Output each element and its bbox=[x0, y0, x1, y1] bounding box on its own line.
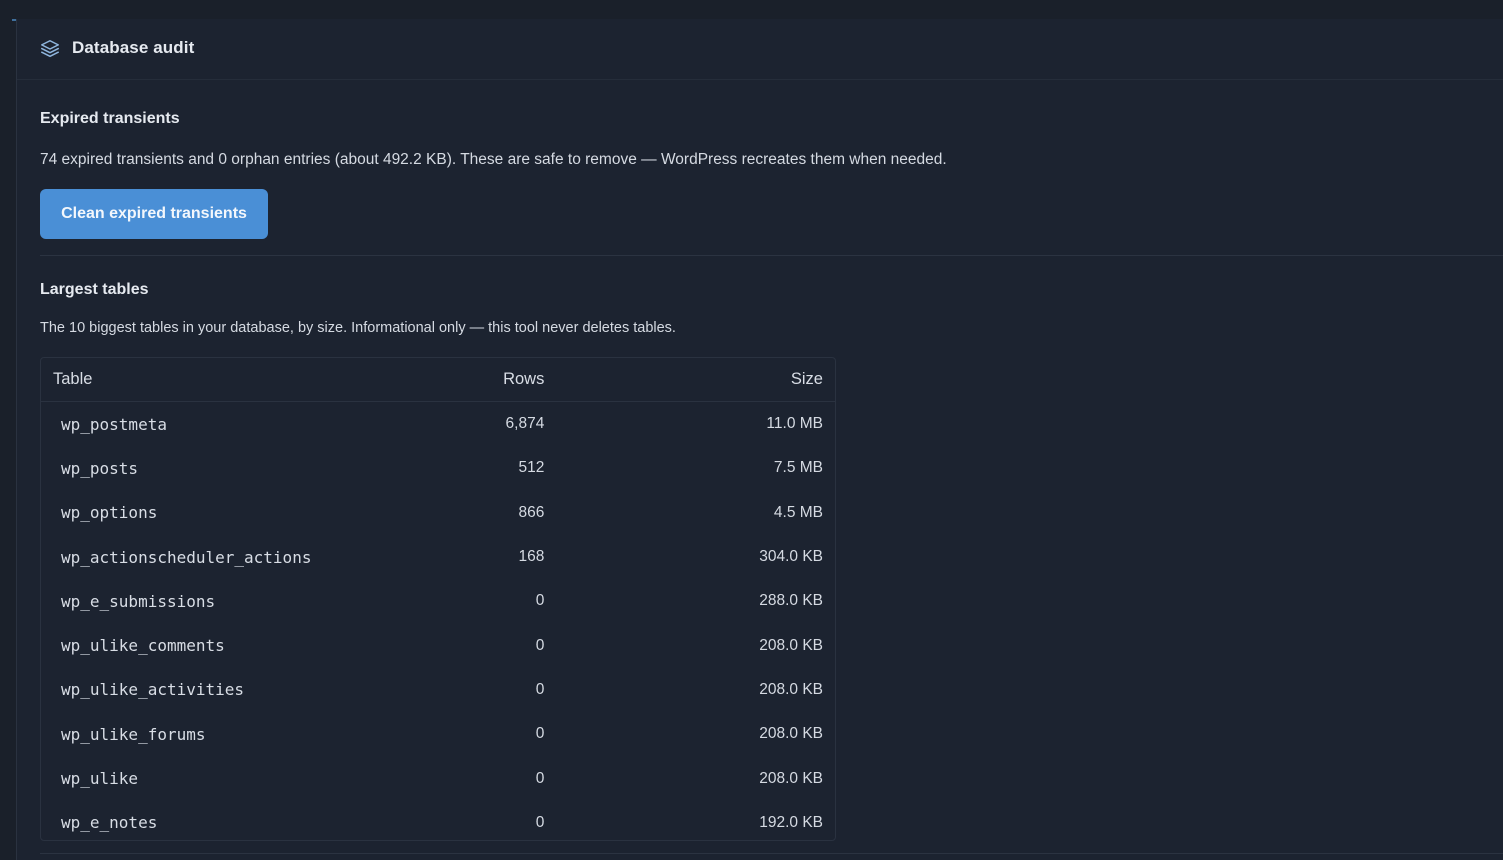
table-row: wp_options 866 4.5 MB bbox=[41, 491, 835, 535]
table-row: wp_posts 512 7.5 MB bbox=[41, 446, 835, 490]
table-size-cell: 208.0 KB bbox=[759, 636, 823, 654]
table-row: wp_postmeta 6,874 11.0 MB bbox=[41, 402, 835, 447]
table-size-cell: 208.0 KB bbox=[759, 680, 823, 698]
table-name-cell: wp_ulike_activities bbox=[61, 680, 245, 700]
table-size-cell: 7.5 MB bbox=[773, 459, 823, 477]
table-size-cell: 208.0 KB bbox=[759, 769, 823, 787]
row-count-cell: 0 bbox=[535, 725, 545, 743]
table-name-cell: wp_options bbox=[61, 503, 158, 523]
database-audit-panel: Database audit Expired transients 74 exp… bbox=[16, 19, 1503, 860]
row-count-cell: 0 bbox=[535, 592, 545, 610]
table-size-cell: 11.0 MB bbox=[766, 415, 823, 433]
table-name-cell: wp_postmeta bbox=[61, 414, 167, 434]
row-count-cell: 6,874 bbox=[505, 415, 545, 433]
table-header-row: Table Rows Size bbox=[41, 358, 835, 402]
table-row: wp_ulike_comments 0 208.0 KB bbox=[41, 623, 835, 667]
row-count-cell: 512 bbox=[518, 459, 545, 477]
table-size-cell: 208.0 KB bbox=[759, 725, 823, 743]
table-name-cell: wp_e_submissions bbox=[61, 591, 216, 611]
row-count-cell: 866 bbox=[518, 503, 545, 521]
column-header-rows: Rows bbox=[416, 358, 719, 402]
row-count-cell: 168 bbox=[518, 548, 545, 566]
table-row: wp_actionscheduler_actions 168 304.0 KB bbox=[41, 535, 835, 579]
layers-icon bbox=[41, 40, 59, 58]
row-count-cell: 0 bbox=[535, 680, 545, 698]
table-name-cell: wp_ulike bbox=[61, 769, 139, 789]
column-header-table: Table bbox=[41, 358, 417, 402]
largest-tables-title: Largest tables bbox=[40, 281, 149, 298]
row-count-cell: 0 bbox=[535, 813, 545, 831]
table-name-cell: wp_ulike_comments bbox=[61, 636, 225, 656]
table-name-cell: wp_posts bbox=[61, 458, 139, 478]
table-name-cell: wp_e_notes bbox=[61, 813, 158, 833]
row-count-cell: 0 bbox=[535, 769, 545, 787]
expired-transients-description: 74 expired transients and 0 orphan entri… bbox=[40, 151, 947, 168]
table-row: wp_ulike_forums 0 208.0 KB bbox=[41, 712, 835, 756]
panel-header: Database audit bbox=[17, 21, 1503, 80]
table-size-cell: 304.0 KB bbox=[759, 548, 823, 566]
table-name-cell: wp_ulike_forums bbox=[61, 724, 206, 744]
row-count-cell: 0 bbox=[535, 636, 545, 654]
table-name-cell: wp_actionscheduler_actions bbox=[61, 547, 312, 567]
table-row: wp_e_notes 0 192.0 KB bbox=[41, 801, 835, 840]
expired-transients-title: Expired transients bbox=[40, 110, 180, 127]
column-header-size: Size bbox=[718, 358, 835, 402]
panel-title: Database audit bbox=[72, 38, 195, 57]
table-row: wp_e_submissions 0 288.0 KB bbox=[41, 579, 835, 623]
table-row: wp_ulike_activities 0 208.0 KB bbox=[41, 668, 835, 712]
largest-tables-table: Table Rows Size wp_postmeta 6,874 11.0 MB w… bbox=[40, 357, 836, 841]
panel-bottom-divider bbox=[40, 853, 1503, 854]
table-size-cell: 192.0 KB bbox=[759, 813, 823, 831]
section-divider bbox=[40, 255, 1503, 256]
table-row: wp_ulike 0 208.0 KB bbox=[41, 756, 835, 800]
clean-expired-transients-button[interactable]: Clean expired transients bbox=[40, 189, 268, 239]
table-size-cell: 288.0 KB bbox=[759, 592, 823, 610]
table-size-cell: 4.5 MB bbox=[773, 503, 823, 521]
largest-tables-description: The 10 biggest tables in your database, … bbox=[40, 320, 676, 336]
